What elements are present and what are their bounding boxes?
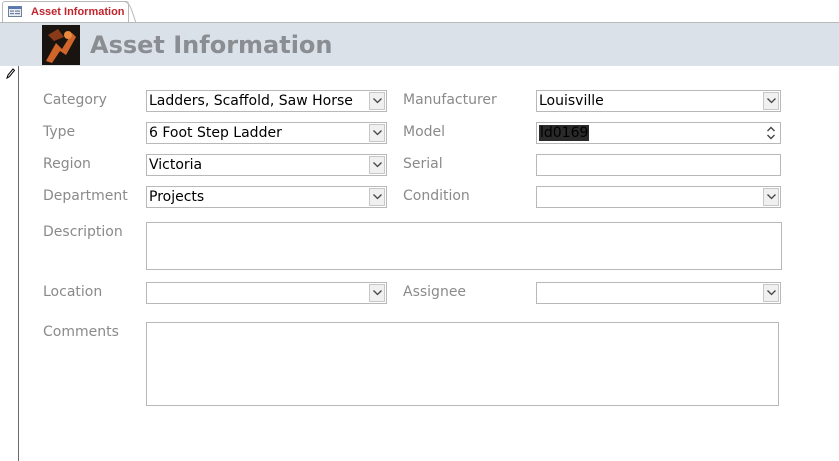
chevron-down-icon — [767, 98, 776, 104]
serial-field[interactable] — [536, 154, 781, 176]
tab-asset-information[interactable]: Asset Information — [2, 1, 129, 23]
condition-dropdown-button[interactable] — [763, 188, 779, 206]
location-label: Location — [43, 284, 103, 300]
pencil-icon — [6, 68, 15, 80]
category-value: Ladders, Scaffold, Saw Horse — [149, 93, 353, 109]
location-combo[interactable] — [146, 282, 387, 304]
type-combo[interactable]: 6 Foot Step Ladder — [146, 122, 387, 144]
record-selector[interactable] — [0, 66, 19, 461]
condition-combo[interactable] — [536, 186, 781, 208]
category-dropdown-button[interactable] — [369, 92, 385, 110]
chevron-down-icon — [373, 290, 382, 296]
location-dropdown-button[interactable] — [369, 284, 385, 302]
category-label: Category — [43, 92, 107, 108]
spin-arrows-icon[interactable] — [763, 124, 779, 142]
category-combo[interactable]: Ladders, Scaffold, Saw Horse — [146, 90, 387, 112]
assignee-label: Assignee — [403, 284, 467, 300]
region-label: Region — [43, 156, 91, 172]
type-label: Type — [43, 124, 76, 140]
manufacturer-dropdown-button[interactable] — [763, 92, 779, 110]
model-field[interactable]: ld0169 — [536, 122, 781, 144]
form-title: Asset Information — [90, 31, 333, 59]
document-tab-strip: Asset Information — [0, 0, 839, 23]
asset-logo-icon — [42, 25, 80, 65]
department-combo[interactable]: Projects — [146, 186, 387, 208]
manufacturer-combo[interactable]: Louisville — [536, 90, 781, 112]
chevron-down-icon — [373, 194, 382, 200]
description-label: Description — [43, 224, 123, 240]
chevron-down-icon — [767, 194, 776, 200]
comments-label: Comments — [43, 324, 119, 340]
assignee-combo[interactable] — [536, 282, 781, 304]
assignee-dropdown-button[interactable] — [763, 284, 779, 302]
model-value: ld0169 — [539, 125, 590, 141]
comments-field[interactable] — [146, 322, 779, 406]
region-value: Victoria — [149, 157, 203, 173]
model-label: Model — [403, 124, 446, 140]
form-header: Asset Information — [0, 23, 839, 66]
department-label: Department — [43, 188, 128, 204]
condition-label: Condition — [403, 188, 470, 204]
tab-edge — [124, 1, 136, 23]
type-value: 6 Foot Step Ladder — [149, 125, 282, 141]
department-dropdown-button[interactable] — [369, 188, 385, 206]
manufacturer-label: Manufacturer — [403, 92, 497, 108]
form-icon — [8, 6, 22, 17]
chevron-down-icon — [373, 162, 382, 168]
department-value: Projects — [149, 189, 205, 205]
region-dropdown-button[interactable] — [369, 156, 385, 174]
tab-label: Asset Information — [31, 6, 125, 18]
type-dropdown-button[interactable] — [369, 124, 385, 142]
chevron-down-icon — [767, 290, 776, 296]
region-combo[interactable]: Victoria — [146, 154, 387, 176]
description-field[interactable] — [146, 222, 782, 270]
serial-label: Serial — [403, 156, 443, 172]
chevron-down-icon — [373, 98, 382, 104]
manufacturer-value: Louisville — [539, 93, 604, 109]
chevron-down-icon — [373, 130, 382, 136]
